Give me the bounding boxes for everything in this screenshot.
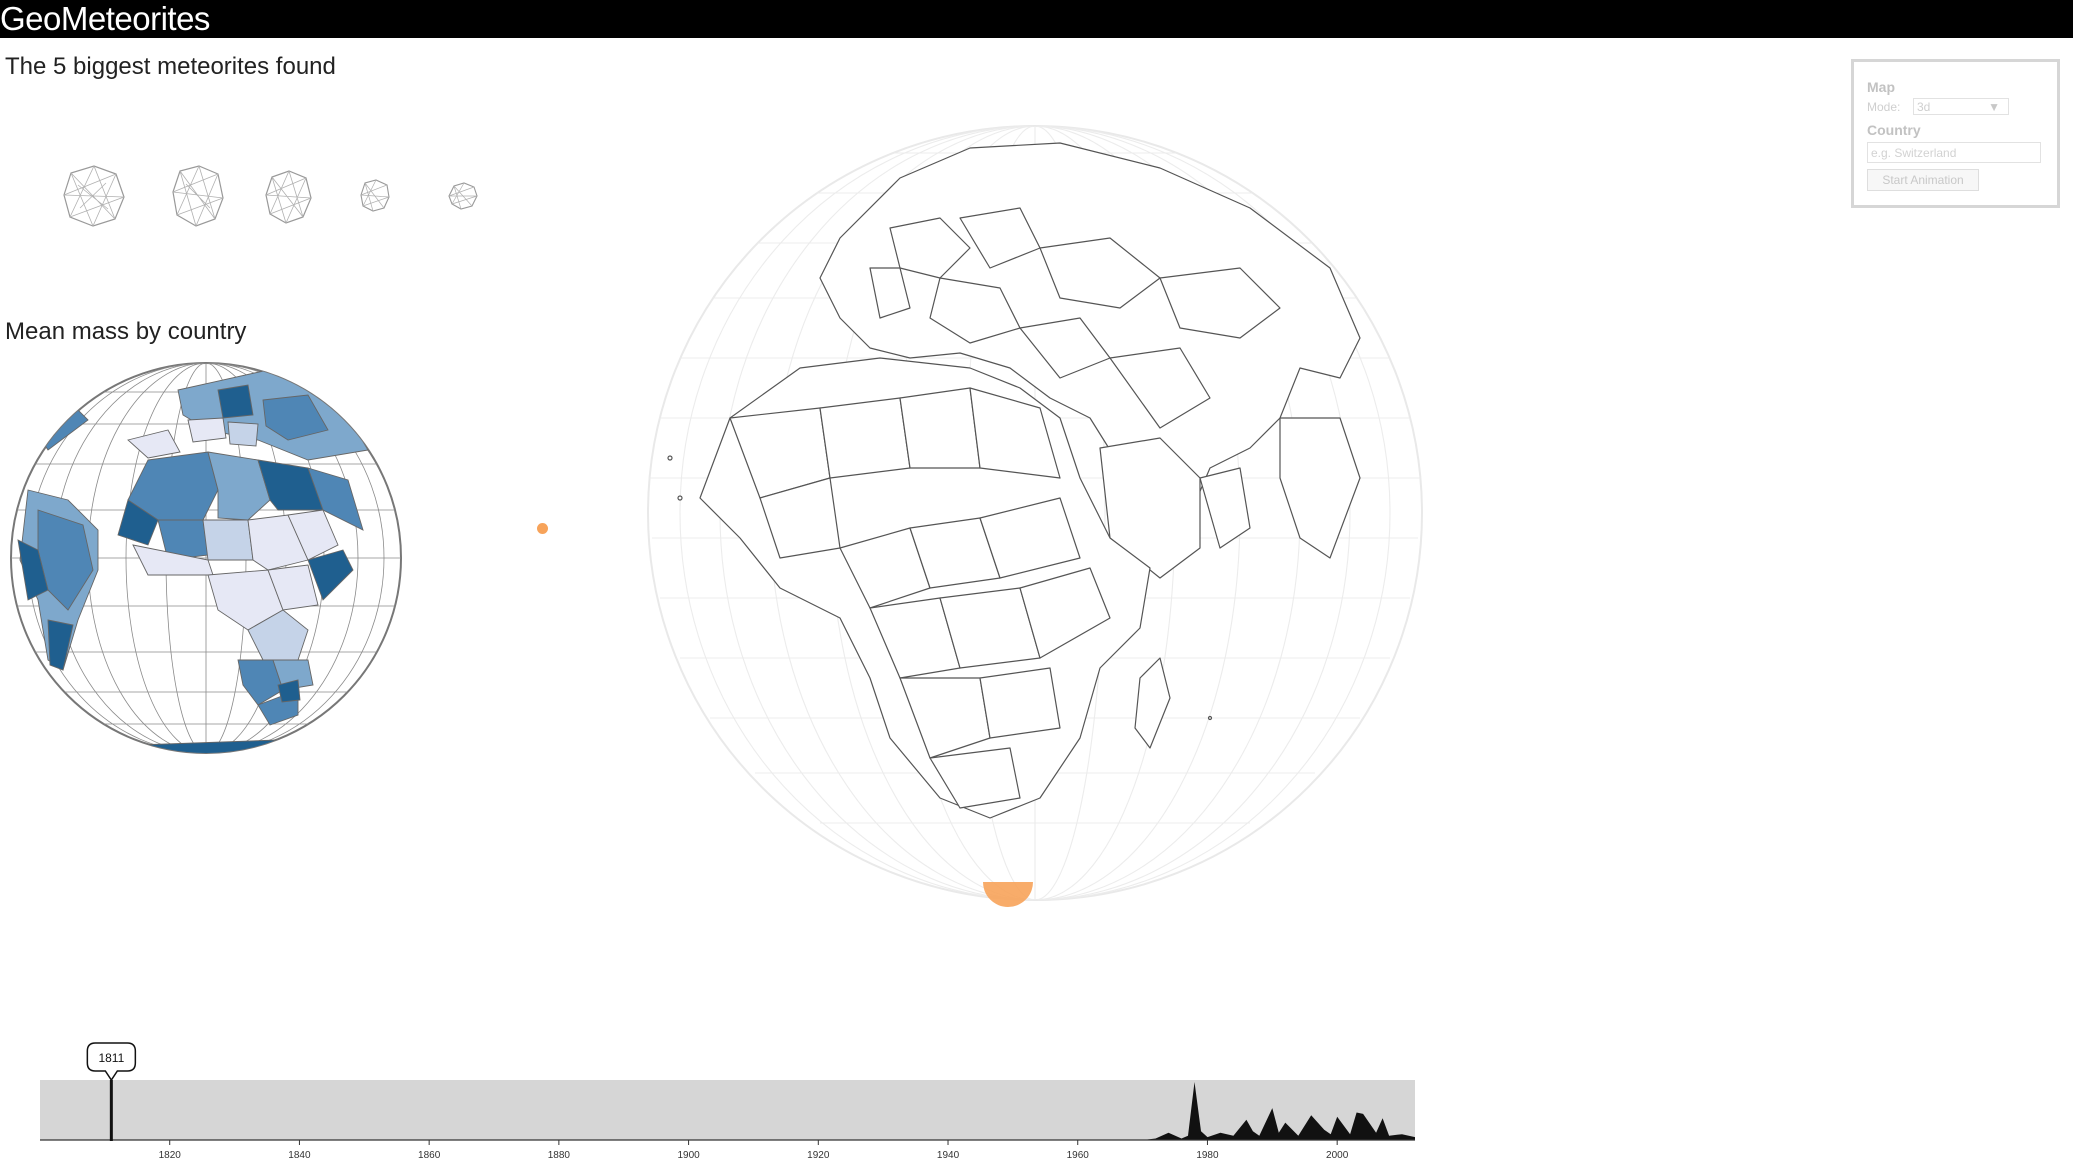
meteorite-impact-marker[interactable] — [537, 523, 548, 534]
triangle-down-icon: ▼ — [1988, 100, 2000, 114]
mean-mass-globe[interactable] — [8, 360, 404, 756]
timeline-tick-label: 1820 — [159, 1150, 182, 1161]
mode-value: 3d — [1917, 100, 1931, 114]
top-bar: GeoMeteorites — [0, 0, 2073, 38]
meteorite-impact-large[interactable] — [981, 880, 1035, 922]
meteorite-1[interactable] — [58, 163, 128, 229]
mode-select[interactable]: 3d ▼ — [1913, 98, 2009, 115]
app-title: GeoMeteorites — [0, 0, 210, 37]
meteorite-2[interactable] — [168, 164, 226, 228]
main-globe[interactable] — [640, 118, 1430, 908]
control-panel: Map Mode: 3d ▼ Country e.g. Switzerland … — [1851, 59, 2060, 208]
meteorite-5[interactable] — [447, 181, 479, 211]
biggest-meteorites-title: The 5 biggest meteorites found — [5, 53, 336, 80]
timeline-tick-label: 1880 — [548, 1150, 571, 1161]
meteorite-3[interactable] — [262, 169, 314, 225]
timeline-tick-label: 1900 — [677, 1150, 700, 1161]
mode-label: Mode: — [1867, 100, 1901, 114]
current-year-label: 1811 — [98, 1051, 124, 1065]
timeline-tick-label: 1980 — [1196, 1150, 1219, 1161]
timeline-tick-label: 1860 — [418, 1150, 441, 1161]
meteorite-4[interactable] — [358, 178, 392, 214]
start-animation-button[interactable]: Start Animation — [1867, 169, 1979, 191]
timeline-tick-label: 1940 — [937, 1150, 960, 1161]
country-section-label: Country — [1867, 122, 1921, 138]
timeline-tick-label: 1920 — [807, 1150, 830, 1161]
timeline-tick-label: 2000 — [1326, 1150, 1349, 1161]
map-section-label: Map — [1867, 79, 1895, 95]
country-input[interactable]: e.g. Switzerland — [1867, 142, 2041, 163]
timeline-background — [40, 1080, 1415, 1140]
timeline-tick-label: 1840 — [288, 1150, 311, 1161]
timeline-tick-label: 1960 — [1067, 1150, 1090, 1161]
year-timeline[interactable]: 1820 1840 1860 1880 1900 1920 1940 1960 1980 2000… — [0, 1035, 1430, 1163]
mean-mass-title: Mean mass by country — [5, 318, 247, 345]
